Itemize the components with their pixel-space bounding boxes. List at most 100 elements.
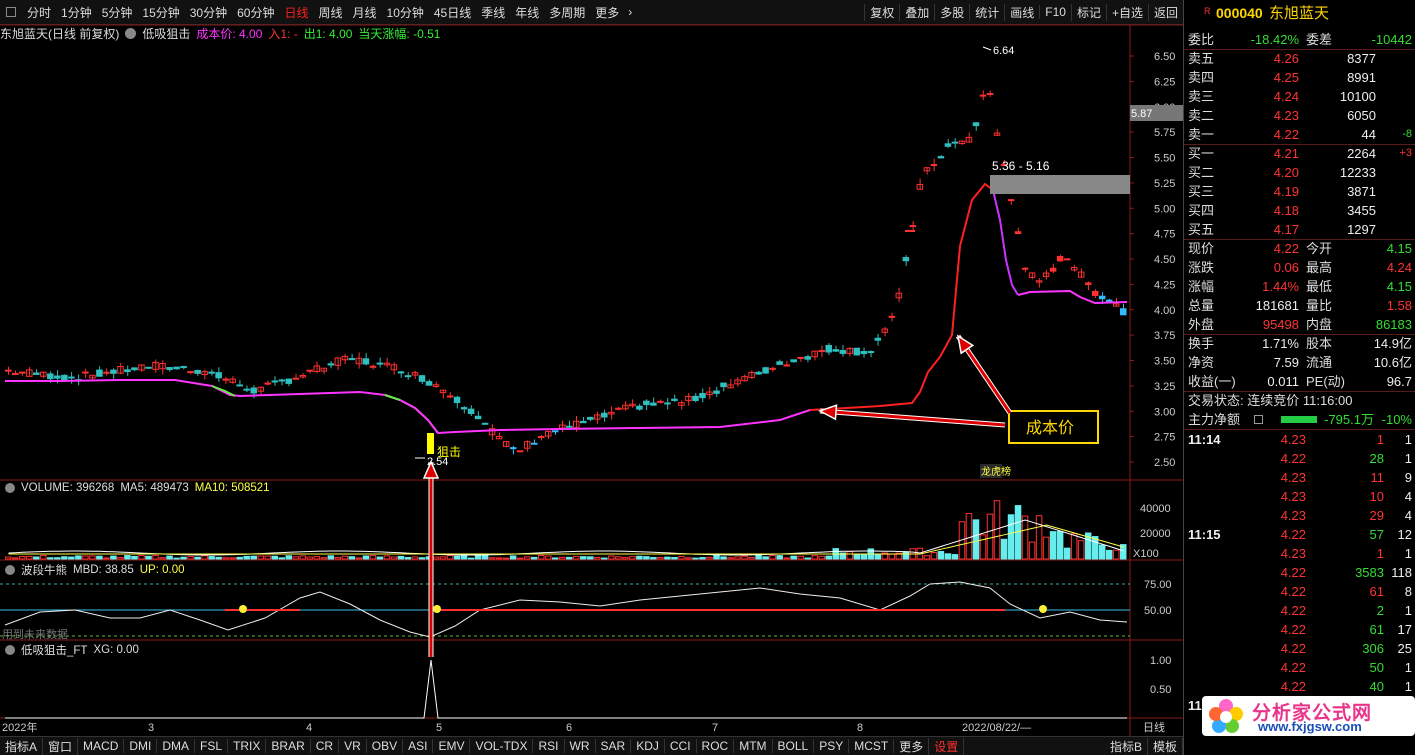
kline-chart-area[interactable]: 5.36 - 5.166.642.54狙击龙虎榜成本价 6.506.256.00… <box>0 0 1183 736</box>
x-axis-label: 6 <box>566 722 572 734</box>
volume-bar <box>145 555 152 560</box>
volume-bar <box>509 555 517 560</box>
candle-body <box>264 382 271 385</box>
candle-body <box>54 375 61 379</box>
ask-label: 卖四 <box>1188 70 1215 85</box>
bid-volume: 12233 <box>1339 165 1376 180</box>
bottom-tab[interactable]: CCI <box>665 739 697 753</box>
price-tick-label: 2.50 <box>1154 457 1175 469</box>
volume-bar <box>516 557 524 560</box>
bottom-tab[interactable]: DMA <box>157 739 196 753</box>
bottom-tab[interactable]: FSL <box>195 739 229 753</box>
volume-bar <box>713 554 720 560</box>
candle-body <box>587 416 594 420</box>
tick-row: 4.22 28 1 <box>1184 449 1415 468</box>
candle-body <box>285 378 293 384</box>
volume-bar <box>404 556 412 560</box>
stat-value: 14.9亿 <box>1373 336 1412 351</box>
bottom-tab[interactable]: 更多 <box>894 737 930 755</box>
volume-bar <box>937 551 945 560</box>
candle-body <box>657 400 664 403</box>
bottom-tab[interactable]: 窗口 <box>43 737 79 755</box>
volume-bar <box>986 513 994 560</box>
x-axis-label: 4 <box>306 722 312 734</box>
candle-body <box>467 408 475 415</box>
bottom-tab[interactable]: CR <box>311 739 340 753</box>
stat-value: 86183 <box>1375 317 1412 332</box>
tick-price: 4.22 <box>1280 565 1306 580</box>
volume-toggle-icon[interactable] <box>5 483 15 493</box>
volume-bar <box>243 555 250 560</box>
bottom-tab[interactable]: ASI <box>403 739 434 753</box>
price-tick-label: 2.75 <box>1154 432 1175 444</box>
bottom-tab[interactable]: VR <box>339 739 367 753</box>
bottom-tab[interactable]: ROC <box>697 739 735 753</box>
bottom-tab[interactable]: MCST <box>849 739 895 753</box>
bottom-tab[interactable]: TRIX <box>228 739 267 753</box>
candle-body <box>825 345 832 353</box>
candle-body <box>404 375 412 378</box>
candle-body <box>292 377 300 380</box>
volume-bar <box>47 557 54 560</box>
bottom-tab[interactable]: PSY <box>814 739 850 753</box>
bottom-tab[interactable]: 设置 <box>929 737 965 755</box>
bottom-tab[interactable]: OBV <box>367 739 404 753</box>
rights-icon: R <box>1204 6 1211 16</box>
volume-bar <box>292 556 300 560</box>
volume-bar <box>152 555 159 560</box>
tick-volume: 61 <box>1369 622 1384 637</box>
candle-body <box>1098 295 1106 300</box>
tick-row: 4.22 61 8 <box>1184 582 1415 601</box>
volume-bar <box>636 555 643 560</box>
bottom-tab[interactable]: KDJ <box>631 739 665 753</box>
stat-label: 总量 <box>1188 298 1215 313</box>
volume-bar <box>825 555 832 560</box>
trade-status: 交易状态: 连续竞价 11:16:00 <box>1188 393 1353 408</box>
wave-mbd: MBD: 38.85 <box>73 564 134 576</box>
volume-bar <box>320 557 328 560</box>
volume-bar <box>1077 540 1085 560</box>
bottom-tab[interactable]: VOL-TDX <box>470 739 534 753</box>
bottom-tab[interactable]: SAR <box>596 739 632 753</box>
candle-body <box>930 164 938 167</box>
snipe-label: 狙击 <box>437 445 461 459</box>
bottom-tab[interactable]: BOLL <box>773 739 815 753</box>
event-tag: 龙虎榜 <box>981 465 1011 478</box>
candle-body <box>243 388 250 391</box>
tick-row: 4.23 11 9 <box>1184 468 1415 487</box>
volume-bar <box>558 556 566 560</box>
tick-price: 4.23 <box>1280 546 1306 561</box>
flow-bar <box>1281 416 1317 423</box>
bottom-tab[interactable]: BRAR <box>266 739 311 753</box>
stat-label: 今开 <box>1306 241 1333 256</box>
bottom-tab[interactable]: RSI <box>533 739 565 753</box>
bottom-right-tab[interactable]: 指标B <box>1105 737 1148 755</box>
signal-toggle-icon[interactable] <box>5 645 15 655</box>
candle-body <box>580 420 587 424</box>
flow-chart-icon <box>1254 415 1263 424</box>
bottom-right-tab[interactable]: 模板 <box>1148 737 1183 755</box>
bottom-tab[interactable]: MACD <box>78 739 125 753</box>
candle-body <box>348 358 356 361</box>
candle-body <box>636 405 643 410</box>
price-tick-label: 4.75 <box>1154 229 1175 241</box>
stock-name: 东旭蓝天 <box>1269 5 1330 22</box>
bottom-tab[interactable]: MTM <box>734 739 773 753</box>
volume-bar <box>432 556 440 560</box>
bottom-tab[interactable]: DMI <box>124 739 158 753</box>
volume-bar <box>874 553 882 560</box>
volume-bar <box>657 557 664 560</box>
volume-bar <box>250 555 257 560</box>
volume-bar <box>678 555 685 560</box>
candle-body <box>867 351 875 354</box>
wave-toggle-icon[interactable] <box>5 565 15 575</box>
volume-bar <box>229 557 236 560</box>
bottom-tab[interactable]: WR <box>565 739 596 753</box>
ask-label: 卖二 <box>1188 108 1215 123</box>
bottom-tab[interactable]: EMV <box>433 739 471 753</box>
bottom-tab[interactable]: 指标A <box>0 737 44 755</box>
candle-body <box>1014 231 1022 235</box>
bid-change: +3 <box>1399 147 1412 159</box>
volume-bar <box>446 555 454 560</box>
volume-title-bar: VOLUME: 396268 MA5: 489473 MA10: 508521 <box>2 482 270 494</box>
